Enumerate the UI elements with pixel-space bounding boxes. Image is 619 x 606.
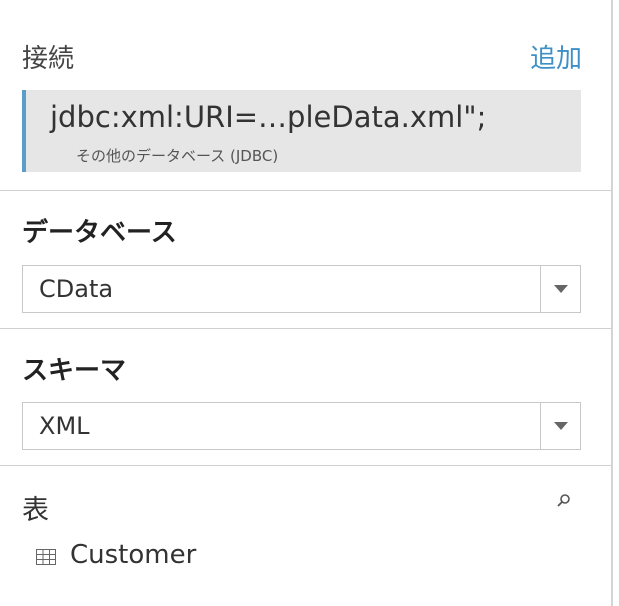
tables-label: 表 bbox=[22, 495, 49, 526]
connection-string: jdbc:xml:URI=…pleData.xml"; bbox=[50, 100, 487, 134]
schema-label: スキーマ bbox=[22, 356, 127, 386]
connection-type: その他のデータベース (JDBC) bbox=[76, 147, 279, 165]
divider bbox=[0, 465, 611, 466]
table-item-customer[interactable]: Customer bbox=[36, 540, 336, 574]
connection-title: 接続 bbox=[22, 44, 75, 74]
connection-header: 接続 追加 bbox=[22, 38, 582, 78]
table-grid-icon bbox=[36, 549, 56, 565]
schema-select[interactable]: XML bbox=[22, 402, 581, 450]
search-icon[interactable] bbox=[556, 493, 572, 509]
chevron-down-icon bbox=[554, 422, 568, 430]
chevron-down-icon bbox=[554, 285, 568, 293]
database-label: データベース bbox=[22, 218, 177, 248]
divider bbox=[0, 328, 611, 329]
data-source-panel: 接続 追加 jdbc:xml:URI=…pleData.xml"; その他のデー… bbox=[0, 0, 613, 606]
database-select-value: CData bbox=[39, 275, 114, 303]
divider bbox=[0, 190, 611, 191]
schema-select-value: XML bbox=[39, 412, 90, 440]
connection-item[interactable]: jdbc:xml:URI=…pleData.xml"; その他のデータベース (… bbox=[22, 90, 581, 172]
schema-dropdown-button[interactable] bbox=[540, 403, 580, 449]
database-dropdown-button[interactable] bbox=[540, 266, 580, 312]
add-connection-link[interactable]: 追加 bbox=[530, 38, 582, 75]
table-item-label: Customer bbox=[70, 540, 197, 570]
database-select[interactable]: CData bbox=[22, 265, 581, 313]
